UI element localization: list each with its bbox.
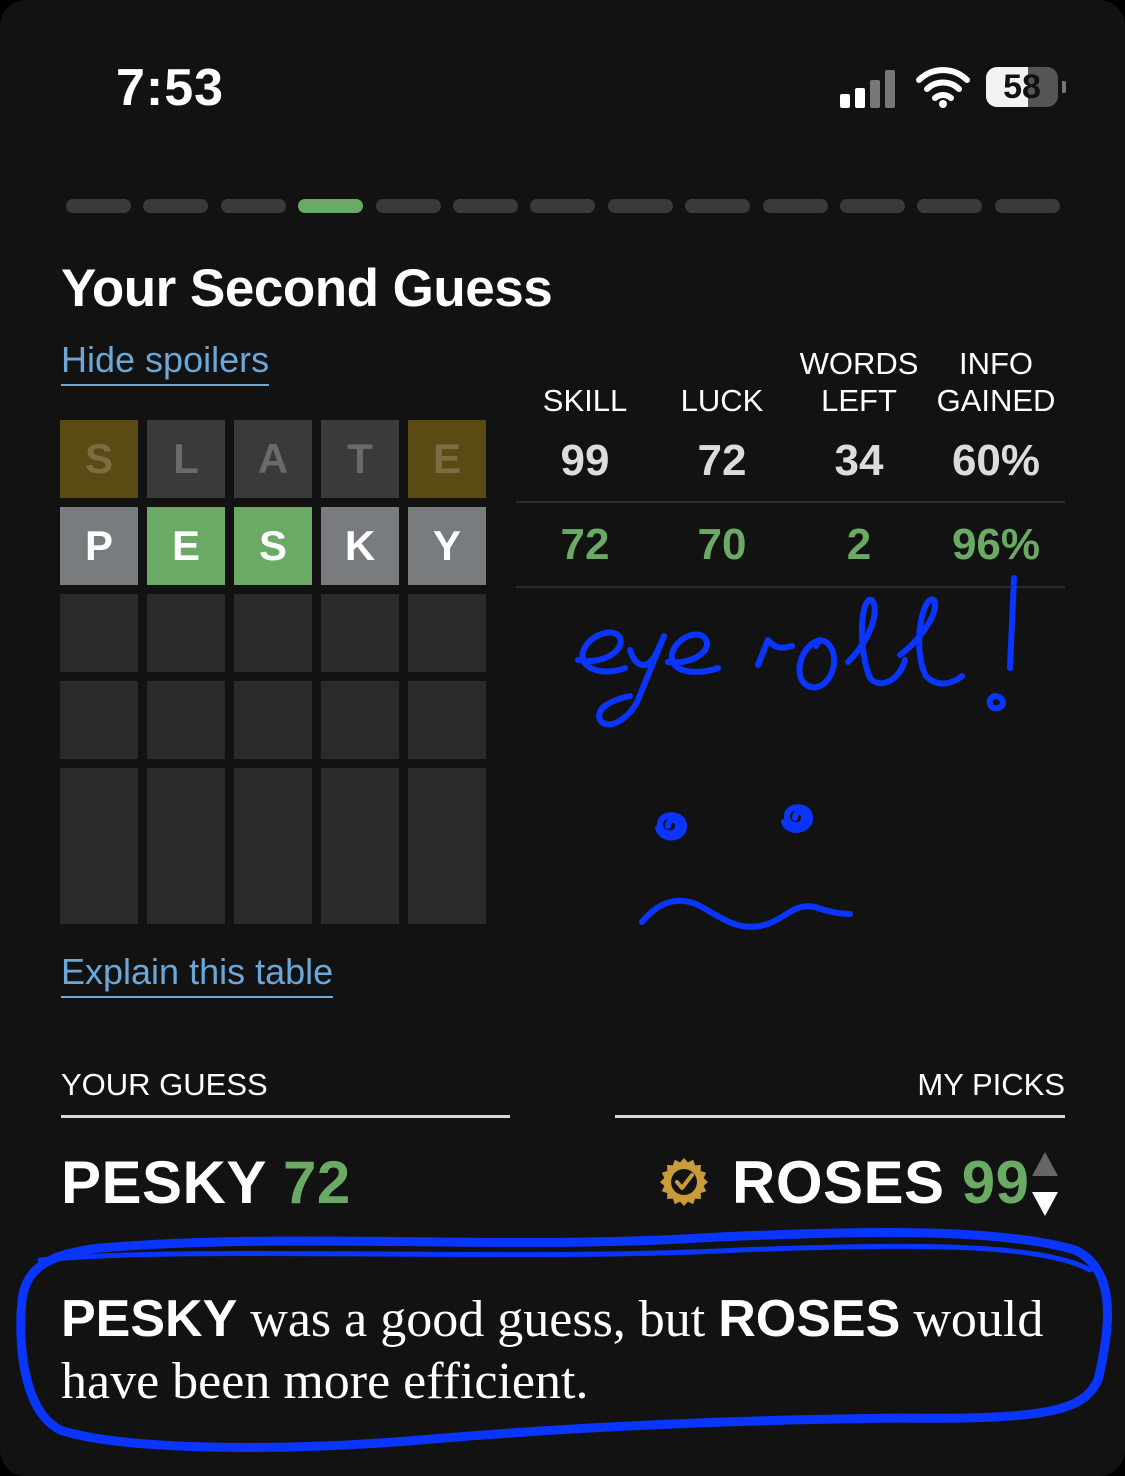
app-screen: 7:53 58 Your Second Guess Hide spoilers … (0, 0, 1125, 1476)
handwritten-annotation (16, 575, 1112, 1452)
